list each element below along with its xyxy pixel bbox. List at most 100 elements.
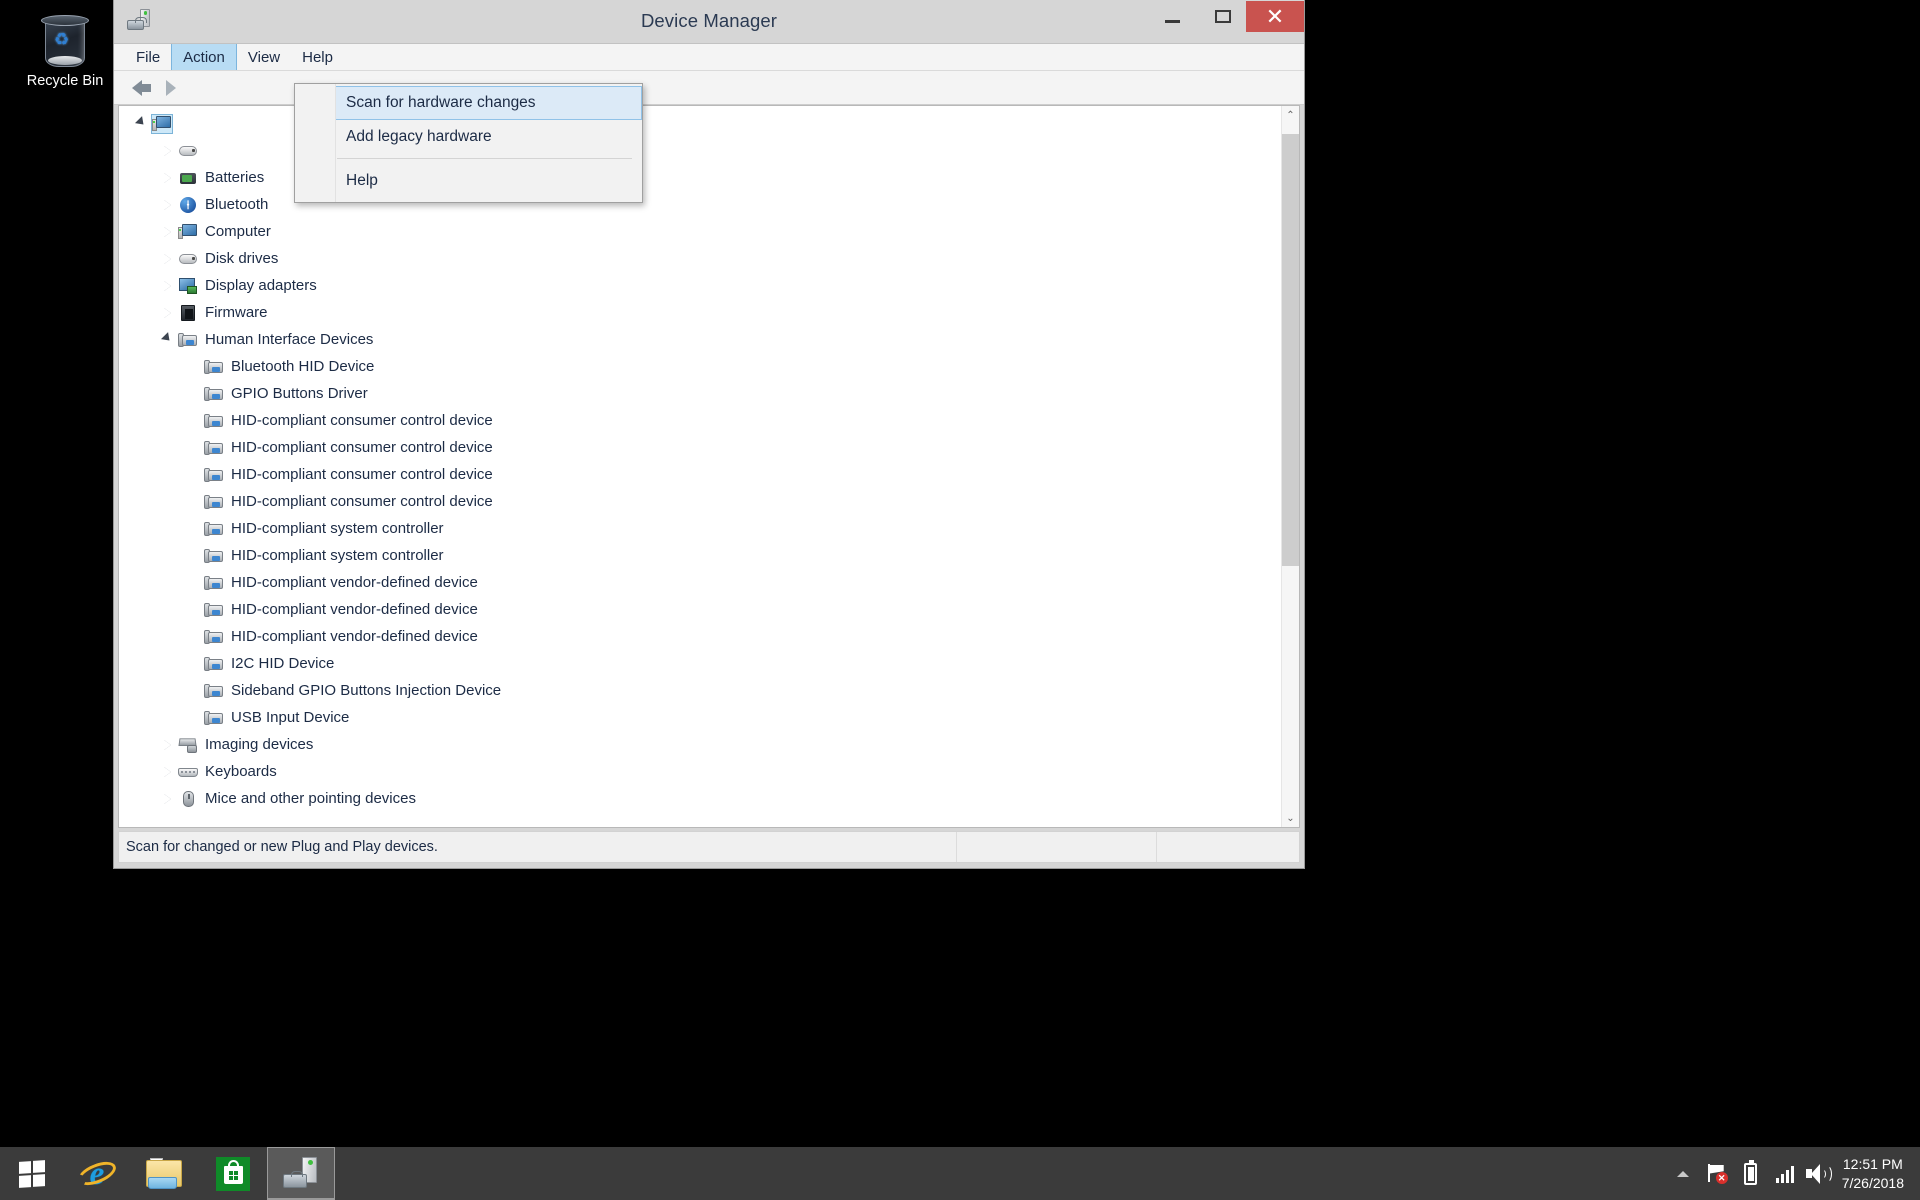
menu-option-add-legacy-hardware[interactable]: Add legacy hardware [295, 120, 642, 154]
tree-row[interactable]: USB Input Device [119, 704, 1281, 731]
expand-arrow-icon[interactable] [159, 305, 175, 321]
menu-item-view[interactable]: View [237, 44, 291, 70]
tree-row-label: Bluetooth [205, 196, 269, 213]
show-hidden-icons-button[interactable] [1666, 1147, 1700, 1200]
desktop-icon-recycle-bin[interactable]: ♻ Recycle Bin [10, 8, 120, 113]
tree-row[interactable]: Sideband GPIO Buttons Injection Device [119, 677, 1281, 704]
taskbar-empty-area [335, 1147, 1666, 1200]
status-panel-2 [957, 832, 1157, 862]
tree-row[interactable]: Firmware [119, 299, 1281, 326]
network-status-button[interactable] [1768, 1147, 1802, 1200]
tree-row[interactable]: Keyboards [119, 758, 1281, 785]
action-center-button[interactable]: ✕ [1700, 1147, 1734, 1200]
battery-status-button[interactable] [1734, 1147, 1768, 1200]
expand-arrow-icon[interactable] [159, 197, 175, 213]
tree-row[interactable]: Imaging devices [119, 731, 1281, 758]
menu-option-help[interactable]: Help [295, 164, 642, 198]
device-tree[interactable]: Batteries ⍿ Bluetooth Computer Disk drives Di… [119, 106, 1281, 827]
menu-separator [337, 158, 632, 159]
audio-icon [178, 142, 198, 160]
tree-row-label: HID-compliant vendor-defined device [231, 601, 478, 618]
expand-arrow-icon[interactable] [159, 737, 175, 753]
tree-row[interactable]: GPIO Buttons Driver [119, 380, 1281, 407]
tree-row[interactable]: I2C HID Device [119, 650, 1281, 677]
expand-arrow-icon[interactable] [159, 143, 175, 159]
file-explorer-icon [145, 1157, 185, 1190]
tree-vertical-scrollbar[interactable]: ⌃ ⌄ [1281, 106, 1299, 827]
tree-row[interactable]: Human Interface Devices [119, 326, 1281, 353]
expand-arrow-icon[interactable] [159, 764, 175, 780]
bluetooth-icon: ⍿ [178, 196, 198, 214]
taskbar: e ✕ 12:51 PM 7/26/2018 [0, 1147, 1920, 1200]
tree-row[interactable]: Mice and other pointing devices [119, 785, 1281, 812]
tree-row[interactable]: HID-compliant consumer control device [119, 407, 1281, 434]
hid-icon [204, 601, 224, 619]
flag-icon: ✕ [1706, 1163, 1728, 1185]
expand-arrow-icon[interactable] [159, 170, 175, 186]
collapse-arrow-icon[interactable] [159, 332, 175, 348]
clock[interactable]: 12:51 PM 7/26/2018 [1836, 1155, 1914, 1193]
menu-item-help[interactable]: Help [291, 44, 344, 70]
scrollbar-track[interactable] [1282, 124, 1299, 809]
minimize-button[interactable] [1148, 1, 1196, 32]
menu-item-file[interactable]: File [125, 44, 171, 70]
tree-row[interactable]: Disk drives [119, 245, 1281, 272]
start-button[interactable] [0, 1147, 63, 1200]
tree-row[interactable]: Display adapters [119, 272, 1281, 299]
expand-arrow-icon[interactable] [159, 251, 175, 267]
tree-row-label: Display adapters [205, 277, 317, 294]
scroll-down-arrow-icon[interactable]: ⌄ [1282, 809, 1299, 827]
menu-option-scan-for-hardware-changes[interactable]: Scan for hardware changes [295, 86, 642, 120]
forward-button[interactable] [156, 75, 186, 101]
expand-arrow-icon[interactable] [159, 278, 175, 294]
tree-row-label: HID-compliant consumer control device [231, 439, 493, 456]
disk-drive-icon [178, 250, 198, 268]
tree-row[interactable]: HID-compliant consumer control device [119, 488, 1281, 515]
hid-icon [204, 520, 224, 538]
taskbar-item-microsoft-store[interactable] [199, 1147, 267, 1200]
tree-row[interactable]: HID-compliant system controller [119, 515, 1281, 542]
collapse-arrow-icon[interactable] [133, 116, 149, 132]
hid-icon [204, 655, 224, 673]
taskbar-item-device-manager[interactable] [267, 1147, 335, 1200]
clock-date: 7/26/2018 [1841, 1174, 1904, 1191]
scrollbar-thumb[interactable] [1282, 134, 1299, 566]
back-button[interactable] [122, 75, 152, 101]
expand-arrow-icon[interactable] [159, 791, 175, 807]
status-panel-3 [1157, 832, 1299, 862]
tree-row[interactable]: Computer [119, 218, 1281, 245]
microsoft-store-icon [216, 1156, 250, 1191]
status-bar: Scan for changed or new Plug and Play de… [118, 831, 1300, 863]
tree-row-label: I2C HID Device [231, 655, 335, 672]
tree-row[interactable]: HID-compliant vendor-defined device [119, 596, 1281, 623]
windows-start-icon [18, 1159, 45, 1188]
hid-icon [204, 682, 224, 700]
tree-row[interactable]: HID-compliant system controller [119, 542, 1281, 569]
tree-row[interactable]: Bluetooth HID Device [119, 353, 1281, 380]
hid-icon [204, 358, 224, 376]
tree-row[interactable]: HID-compliant vendor-defined device [119, 569, 1281, 596]
computer-icon [178, 223, 198, 241]
menu-item-action[interactable]: Action [171, 44, 237, 70]
taskbar-item-internet-explorer[interactable]: e [63, 1147, 131, 1200]
expand-arrow-icon[interactable] [159, 224, 175, 240]
tree-row-label: HID-compliant vendor-defined device [231, 574, 478, 591]
volume-button[interactable] [1802, 1147, 1836, 1200]
tree-row[interactable]: HID-compliant consumer control device [119, 434, 1281, 461]
tree-row-label: HID-compliant system controller [231, 520, 444, 537]
battery-icon [178, 169, 198, 187]
close-button[interactable]: ✕ [1246, 1, 1304, 32]
taskbar-item-file-explorer[interactable] [131, 1147, 199, 1200]
scroll-up-arrow-icon[interactable]: ⌃ [1282, 106, 1299, 124]
display-adapter-icon [178, 277, 198, 295]
system-tray: ✕ 12:51 PM 7/26/2018 [1666, 1147, 1920, 1200]
maximize-button[interactable] [1199, 1, 1247, 32]
tree-row[interactable]: HID-compliant consumer control device [119, 461, 1281, 488]
title-bar[interactable]: Device Manager ✕ [114, 0, 1304, 43]
tree-row[interactable]: HID-compliant vendor-defined device [119, 623, 1281, 650]
